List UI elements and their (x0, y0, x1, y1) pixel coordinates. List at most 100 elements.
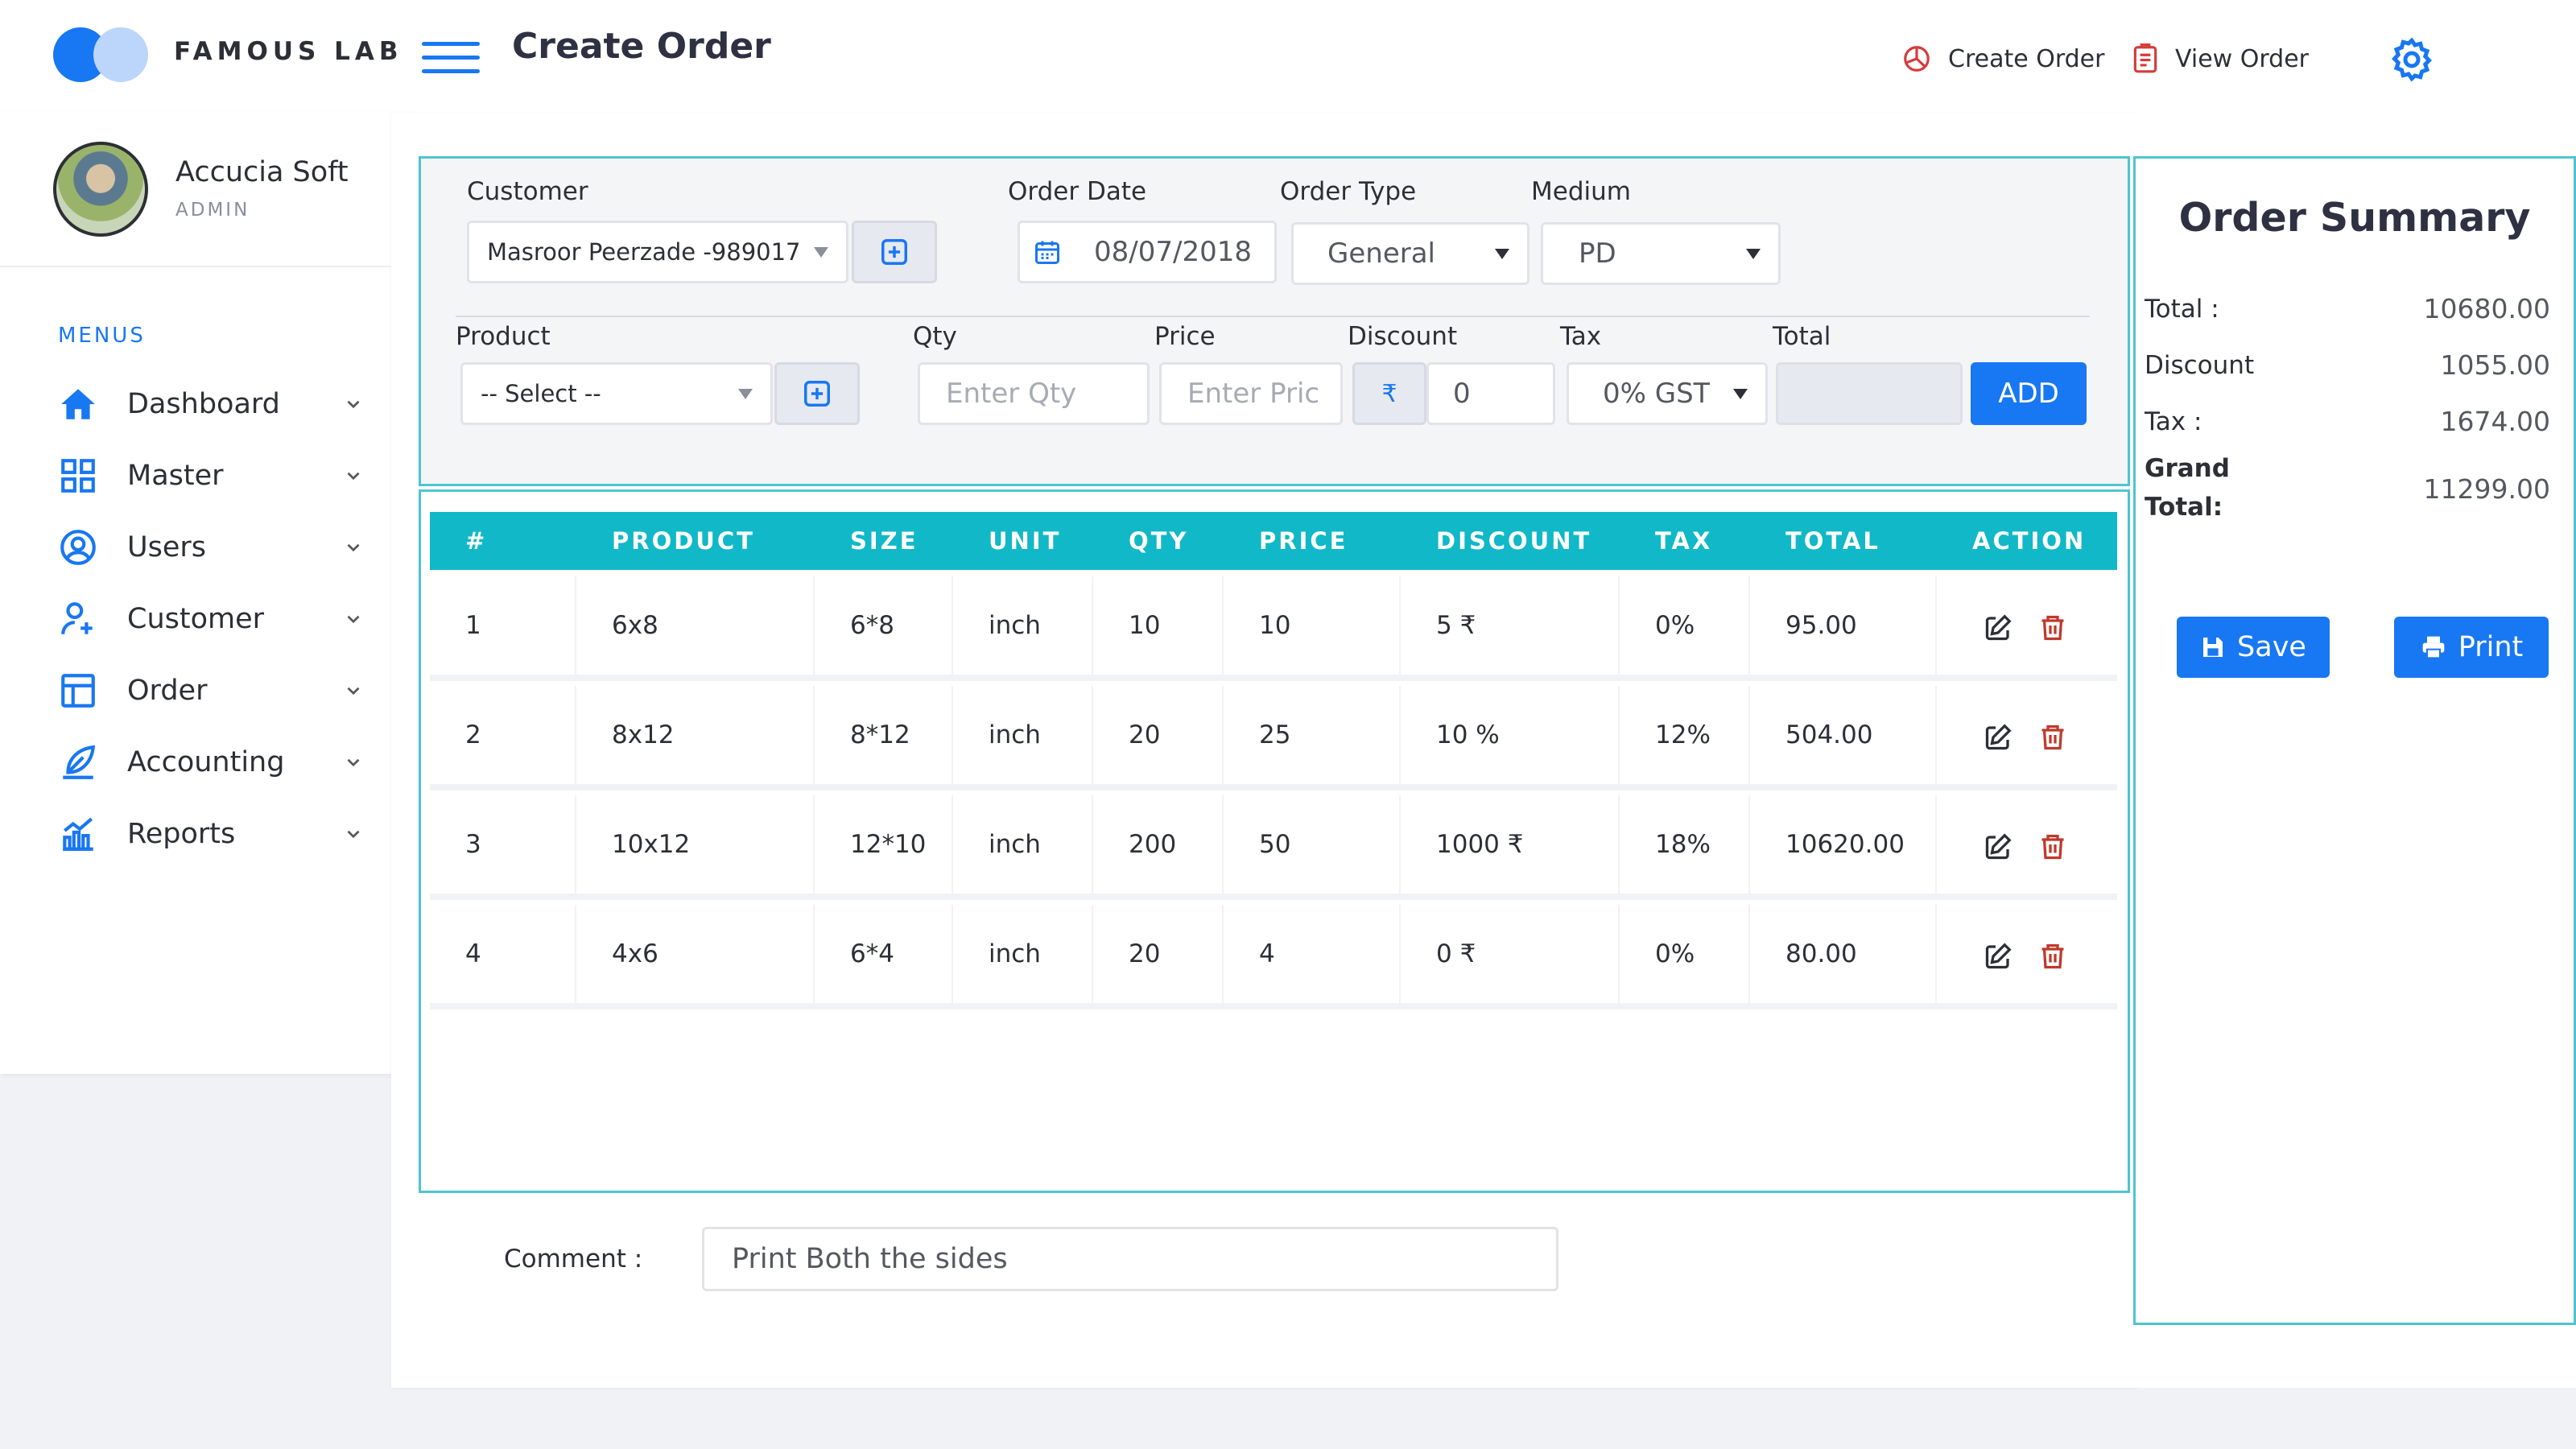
medium-label: Medium (1531, 177, 1631, 206)
sidebar-item-order[interactable]: Order (58, 667, 364, 715)
order-date-field[interactable]: 08/07/2018 (1018, 221, 1277, 283)
trash-icon[interactable] (2038, 613, 2067, 642)
add-item-button[interactable]: ADD (1971, 362, 2087, 425)
hamburger-menu-icon[interactable] (422, 42, 480, 74)
price-input[interactable]: Enter Pric (1159, 362, 1343, 425)
grid-icon (61, 459, 95, 493)
cell-total: 80.00 (1785, 939, 1857, 968)
plus-square-icon (881, 239, 907, 265)
cell-size: 8*12 (850, 720, 910, 749)
sidebar-item-label: Accounting (127, 746, 285, 778)
cell-qty: 200 (1129, 830, 1177, 859)
layout-icon (61, 674, 95, 708)
table-row: 3 10x12 12*10 inch 200 50 1000 ₹ 18% 106… (430, 795, 2117, 900)
chevron-down-icon (347, 830, 360, 839)
header-link-label: Create Order (1948, 44, 2105, 73)
save-button[interactable]: Save (2177, 617, 2330, 678)
sidebar-divider (0, 266, 411, 267)
cell-total: 504.00 (1785, 720, 1873, 749)
tax-select[interactable]: 0% GST (1567, 362, 1768, 425)
cell-qty: 20 (1129, 720, 1161, 749)
chevron-down-icon (1746, 249, 1761, 259)
sidebar-item-master[interactable]: Master (58, 452, 364, 500)
summary-total-label: Total : (2145, 295, 2219, 324)
gear-icon[interactable] (2388, 35, 2436, 84)
brand-name: FAMOUS LAB (174, 37, 403, 66)
logo-mark-secondary (93, 27, 148, 82)
column-header: QTY (1129, 527, 1189, 555)
add-product-button[interactable] (774, 362, 860, 425)
sidebar-item-label: Reports (127, 818, 236, 850)
summary-tax-label: Tax : (2145, 407, 2202, 436)
header-link-label: View Order (2175, 44, 2309, 73)
product-select[interactable]: -- Select -- (460, 362, 773, 425)
pie-chart-icon (1904, 46, 1930, 72)
price-label: Price (1154, 322, 1216, 351)
discount-label: Discount (1348, 322, 1458, 351)
sidebar-item-reports[interactable]: Reports (58, 810, 364, 858)
add-customer-button[interactable] (852, 221, 937, 283)
cell-product: 6x8 (612, 611, 658, 640)
cell-qty: 20 (1129, 939, 1161, 968)
print-button-label: Print (2458, 631, 2524, 663)
cell-size: 6*8 (850, 611, 894, 640)
trash-icon[interactable] (2038, 723, 2067, 752)
cell-qty: 10 (1129, 611, 1161, 640)
cell-unit: inch (989, 720, 1041, 749)
summary-grand-label-line2: Total: (2145, 493, 2223, 522)
order-type-label: Order Type (1280, 177, 1417, 206)
header-link-create-order[interactable]: Create Order (1901, 43, 2104, 74)
chevron-down-icon (347, 758, 360, 767)
page-title: Create Order (512, 26, 771, 67)
cell-discount: 10 % (1436, 720, 1500, 749)
table-header: # PRODUCT SIZE UNIT QTY PRICE DISCOUNT T… (430, 512, 2117, 570)
qty-input[interactable]: Enter Qty (918, 362, 1150, 425)
order-type-select[interactable]: General (1291, 222, 1530, 285)
home-icon (61, 389, 95, 419)
clipboard-list-icon (2133, 43, 2157, 73)
cell-no: 2 (465, 720, 481, 749)
sidebar-item-dashboard[interactable]: Dashboard (58, 380, 364, 428)
summary-grand-label-line1: Grand (2145, 454, 2230, 483)
trash-icon[interactable] (2038, 832, 2067, 861)
comment-input[interactable]: Print Both the sides (702, 1227, 1558, 1291)
edit-icon[interactable] (1984, 832, 2013, 861)
cell-total: 10620.00 (1785, 830, 1905, 859)
form-divider (456, 316, 2090, 317)
calendar-icon (1035, 241, 1059, 264)
cell-no: 4 (465, 939, 481, 968)
sidebar-item-users[interactable]: Users (58, 523, 364, 572)
chevron-down-icon (1733, 389, 1748, 399)
edit-icon[interactable] (1984, 942, 2013, 971)
trash-icon[interactable] (2038, 942, 2067, 971)
rupee-addon: ₹ (1352, 362, 1426, 425)
edit-icon[interactable] (1984, 613, 2013, 642)
cell-product: 10x12 (612, 830, 691, 859)
customer-select[interactable]: Masroor Peerzade -989017... (467, 221, 848, 283)
cell-unit: inch (989, 611, 1041, 640)
chevron-down-icon (347, 615, 360, 624)
cell-product: 8x12 (612, 720, 675, 749)
medium-select[interactable]: PD (1541, 222, 1781, 285)
header-link-view-order[interactable]: View Order (2132, 43, 2309, 74)
comment-label: Comment : (504, 1245, 643, 1274)
cell-discount: 0 ₹ (1436, 939, 1476, 968)
order-form-panel (419, 156, 2130, 486)
discount-input[interactable]: 0 (1426, 362, 1555, 425)
order-summary-title: Order Summary (2178, 195, 2531, 241)
summary-grand-value: 11299.00 (2423, 473, 2550, 505)
cell-discount: 1000 ₹ (1436, 830, 1524, 859)
column-header: UNIT (989, 527, 1062, 555)
sidebar-item-label: Master (127, 460, 224, 492)
sidebar-item-accounting[interactable]: Accounting (58, 738, 364, 786)
user-circle-icon (60, 530, 96, 565)
sidebar-item-customer[interactable]: Customer (58, 595, 364, 643)
print-button[interactable]: Print (2394, 617, 2549, 678)
product-label: Product (456, 322, 551, 351)
menus-section-label: MENUS (58, 324, 146, 348)
cell-discount: 5 ₹ (1436, 611, 1476, 640)
column-header: TOTAL (1785, 527, 1880, 555)
cell-size: 6*4 (850, 939, 894, 968)
chevron-down-icon (738, 389, 753, 399)
edit-icon[interactable] (1984, 723, 2013, 752)
